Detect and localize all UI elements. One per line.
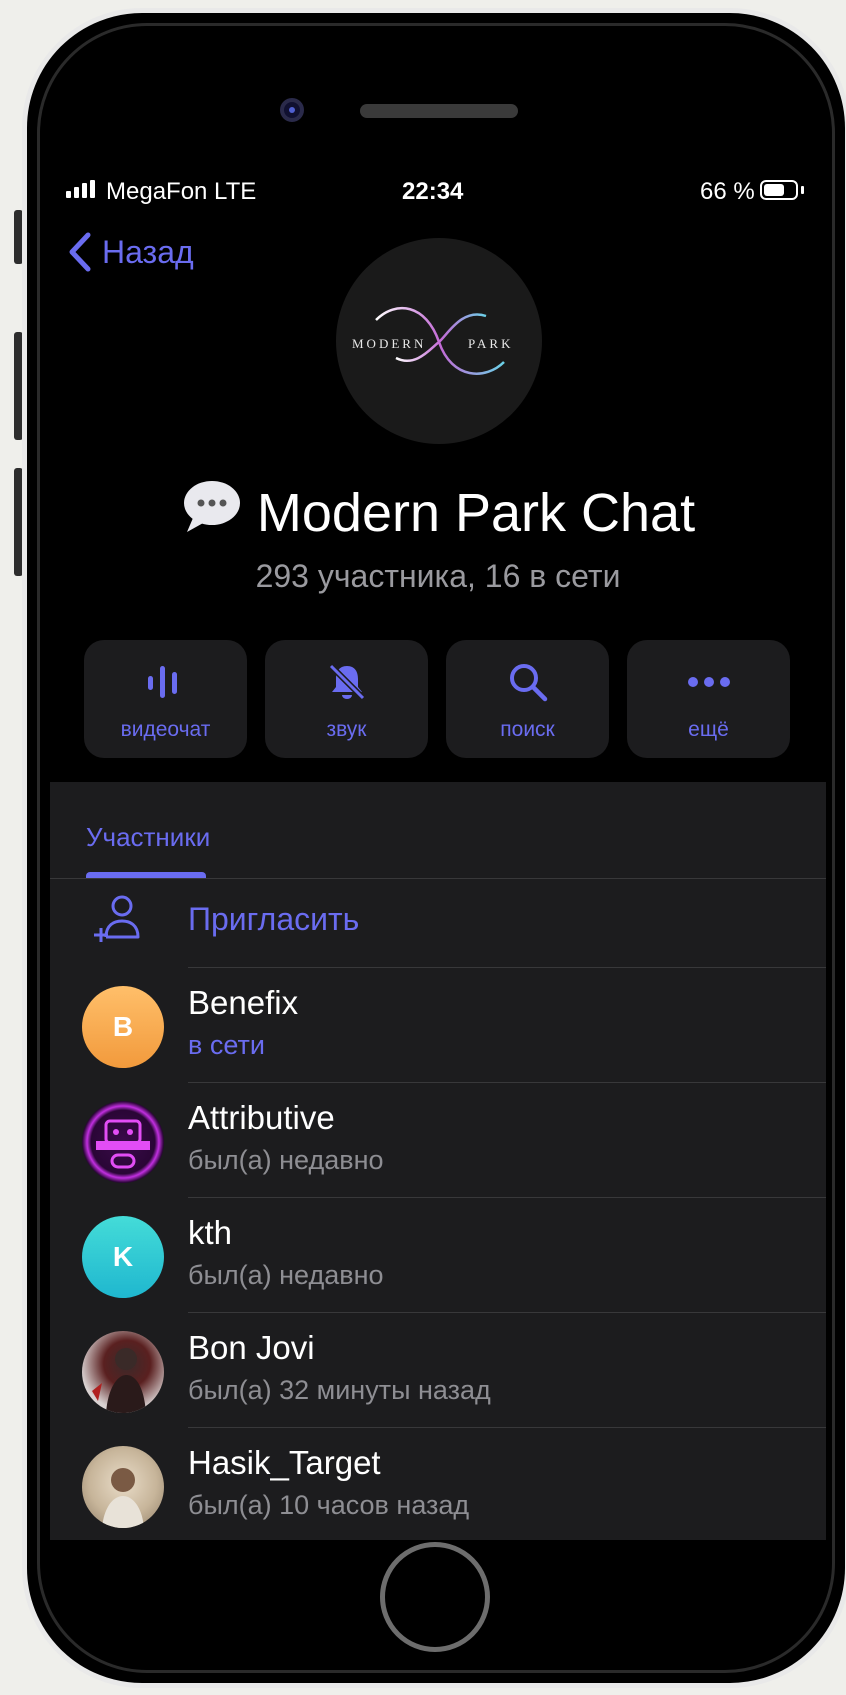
avatar-initial: K (112, 1241, 134, 1272)
member-status: был(а) недавно (188, 1260, 384, 1290)
logo-word-right: PARK (468, 336, 514, 351)
member-name: Bon Jovi (188, 1329, 315, 1366)
voice-chat-label: видеочат (120, 718, 211, 741)
list-item[interactable]: Attributive был(а) недавно (50, 1083, 826, 1198)
avatar-initial: B (112, 1011, 134, 1042)
tab-members[interactable]: Участники (86, 822, 210, 853)
members-panel: Участники Пригласить B Benefix в сети At… (50, 782, 826, 1540)
earpiece-speaker (360, 104, 518, 118)
search-button[interactable]: поиск (446, 640, 609, 758)
avatar (82, 1331, 164, 1413)
action-bar: видеочат звук поиск ещё (84, 640, 790, 758)
member-name: Benefix (188, 984, 299, 1021)
list-item[interactable]: B Benefix в сети (50, 968, 826, 1083)
list-item[interactable]: K kth был(а) недавно (50, 1198, 826, 1313)
speech-bubble-icon (181, 478, 243, 547)
avatar: B (82, 986, 164, 1068)
avatar (82, 1101, 164, 1183)
member-status: в сети (188, 1030, 265, 1060)
group-avatar[interactable]: MODERN PARK (336, 238, 542, 444)
battery-percent: 66 % (700, 178, 755, 205)
member-count: 293 участника, 16 в сети (255, 558, 621, 594)
person-photo-icon (102, 1468, 144, 1528)
member-status: был(а) недавно (188, 1145, 384, 1175)
invite-label: Пригласить (188, 901, 360, 937)
person-photo-icon (92, 1348, 146, 1413)
search-label: поиск (500, 718, 555, 741)
sound-label: звук (326, 718, 367, 741)
member-status: был(а) 32 минуты назад (188, 1375, 491, 1405)
member-name: Attributive (188, 1099, 335, 1136)
more-dots-icon (687, 677, 730, 687)
battery-tip (801, 186, 804, 194)
more-label: ещё (688, 718, 729, 741)
battery-icon (760, 180, 798, 200)
home-button[interactable] (380, 1542, 490, 1652)
sound-button[interactable]: звук (265, 640, 428, 758)
signal-icon (66, 180, 100, 198)
back-label: Назад (102, 233, 194, 270)
member-name: Hasik_Target (188, 1444, 381, 1481)
voice-chat-button[interactable]: видеочат (84, 640, 247, 758)
screen: MegaFon LTE 22:34 66 % Назад MODERN PARK… (50, 150, 826, 1540)
clock: 22:34 (402, 178, 464, 205)
back-button[interactable]: Назад (68, 232, 194, 272)
robot-avatar-icon (96, 1119, 150, 1169)
battery-fill (764, 184, 784, 196)
more-button[interactable]: ещё (627, 640, 790, 758)
avatar (82, 1446, 164, 1528)
search-icon (509, 664, 547, 702)
status-bar: MegaFon LTE 22:34 66 % (50, 150, 826, 205)
list-item[interactable]: Bon Jovi был(а) 32 минуты назад (50, 1313, 826, 1428)
member-status: был(а) 10 часов назад (188, 1490, 470, 1520)
logo-word-left: MODERN (352, 336, 427, 351)
invite-row[interactable]: Пригласить (50, 879, 826, 967)
chat-title-text: Modern Park Chat (256, 483, 696, 543)
list-item[interactable]: Hasik_Target был(а) 10 часов назад (50, 1428, 826, 1540)
carrier-label: MegaFon LTE (106, 178, 257, 205)
chevron-left-icon (69, 232, 91, 272)
avatar: K (82, 1216, 164, 1298)
add-user-icon (94, 895, 140, 942)
chat-title: Modern Park Chat (50, 481, 826, 551)
front-camera (280, 98, 304, 122)
member-name: kth (188, 1214, 233, 1251)
voice-chat-icon (147, 666, 177, 698)
bell-muted-icon (328, 663, 365, 701)
